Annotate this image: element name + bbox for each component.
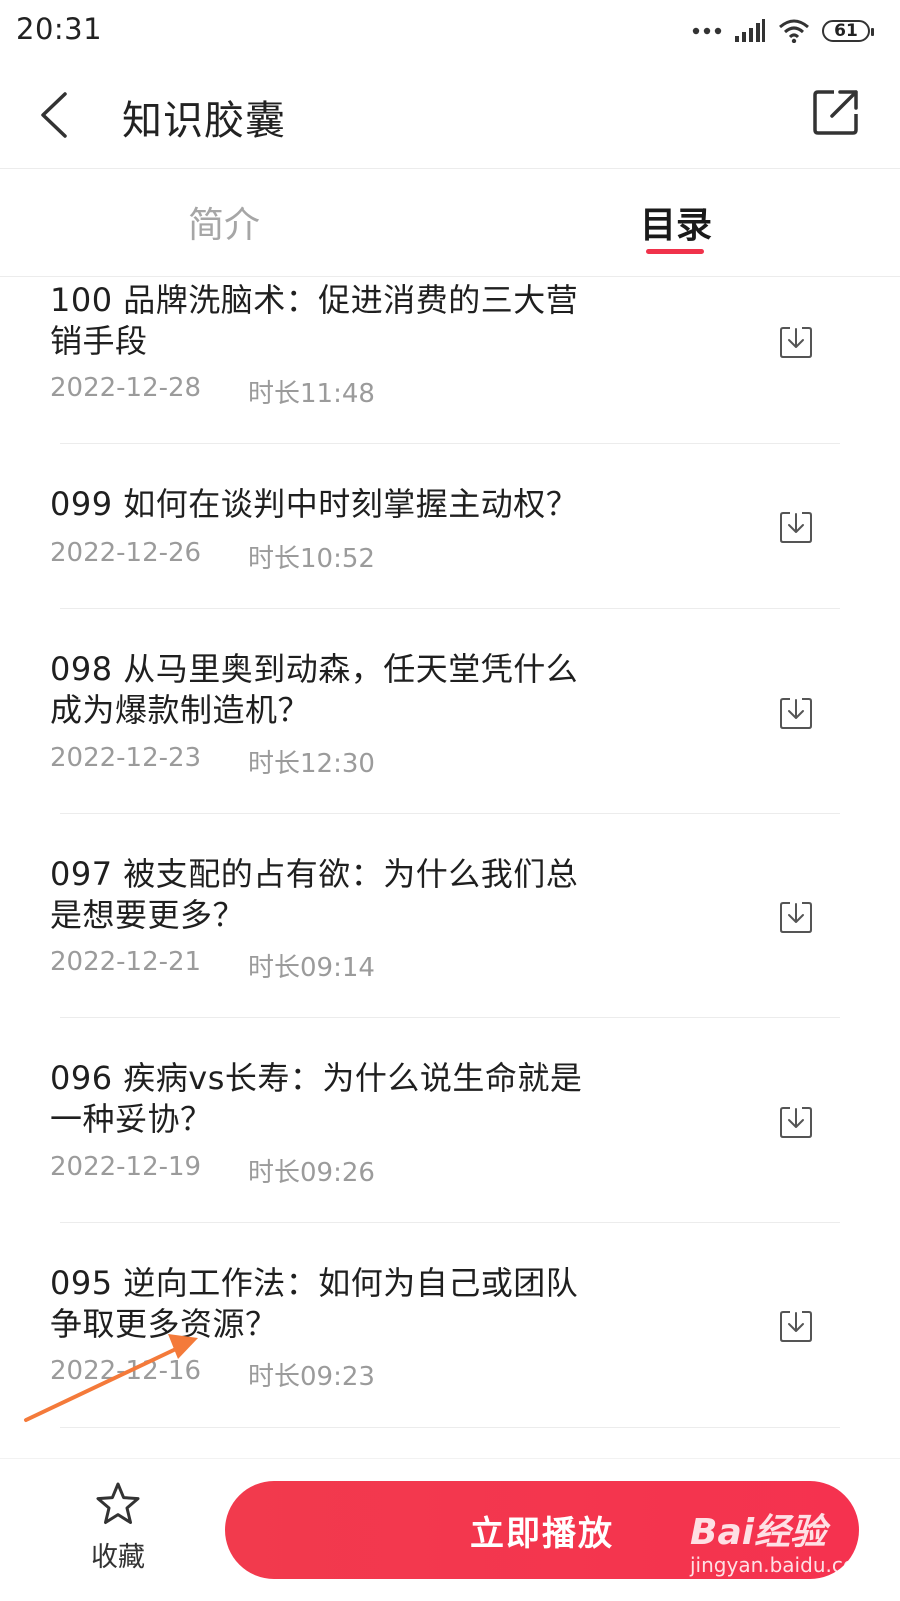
episode-duration: 时长10:52 bbox=[248, 544, 375, 574]
episode-title: 095 逆向工作法：如何为自己或团队争取更多资源？ bbox=[50, 1264, 579, 1343]
tab-bar: 简介 目录 bbox=[0, 168, 900, 277]
page-title: 知识胶囊 bbox=[122, 98, 286, 144]
list-item[interactable]: 097 被支配的占有欲：为什么我们总是想要更多？ 2022-12-21 时长09… bbox=[0, 814, 900, 1017]
episode-duration: 时长11:48 bbox=[248, 379, 375, 409]
tab-catalog[interactable]: 目录 bbox=[640, 196, 712, 248]
download-icon[interactable] bbox=[778, 1104, 814, 1140]
episode-title: 099 如何在谈判中时刻掌握主动权？ bbox=[50, 485, 579, 523]
signal-icon bbox=[735, 19, 765, 42]
active-tab-indicator bbox=[646, 249, 704, 254]
episode-meta: 2022-12-23 时长12:30 bbox=[50, 743, 375, 780]
episode-meta: 2022-12-21 时长09:14 bbox=[50, 947, 375, 984]
episode-meta: 2022-12-19 时长09:26 bbox=[50, 1152, 375, 1189]
download-icon[interactable] bbox=[778, 899, 814, 935]
more-dots-icon bbox=[692, 27, 722, 35]
play-now-label: 立即播放 bbox=[470, 1513, 614, 1554]
episode-meta: 2022-12-26 时长10:52 bbox=[50, 538, 375, 575]
episode-title: 096 疾病vs长寿：为什么说生命就是一种妥协？ bbox=[50, 1059, 583, 1138]
episode-title: 097 被支配的占有欲：为什么我们总是想要更多？ bbox=[50, 855, 579, 934]
share-button[interactable] bbox=[812, 88, 864, 140]
tab-intro[interactable]: 简介 bbox=[188, 196, 260, 248]
divider bbox=[60, 1427, 840, 1428]
episode-duration: 时长12:30 bbox=[248, 749, 375, 779]
favorite-label: 收藏 bbox=[91, 1542, 145, 1573]
episode-title: 100 品牌洗脑术：促进消费的三大营销手段 bbox=[50, 281, 579, 360]
episode-meta: 2022-12-16 时长09:23 bbox=[50, 1356, 375, 1393]
status-icons: 61 bbox=[692, 14, 874, 48]
list-item[interactable]: 098 从马里奥到动森，任天堂凭什么成为爆款制造机？ 2022-12-23 时长… bbox=[0, 609, 900, 813]
app-header: 知识胶囊 bbox=[0, 64, 900, 169]
episode-list[interactable]: 100 品牌洗脑术：促进消费的三大营销手段 2022-12-28 时长11:48… bbox=[0, 277, 900, 1457]
episode-date: 2022-12-28 bbox=[50, 373, 202, 403]
episode-date: 2022-12-19 bbox=[50, 1152, 202, 1182]
episode-date: 2022-12-21 bbox=[50, 947, 202, 977]
wifi-icon bbox=[779, 19, 809, 43]
download-icon[interactable] bbox=[778, 324, 814, 360]
chevron-left-icon bbox=[41, 92, 67, 138]
list-item[interactable]: 100 品牌洗脑术：促进消费的三大营销手段 2022-12-28 时长11:48 bbox=[0, 277, 900, 443]
back-button[interactable] bbox=[28, 84, 80, 146]
favorite-button[interactable]: 收藏 bbox=[82, 1481, 154, 1577]
list-item[interactable]: 096 疾病vs长寿：为什么说生命就是一种妥协？ 2022-12-19 时长09… bbox=[0, 1018, 900, 1222]
episode-title: 098 从马里奥到动森，任天堂凭什么成为爆款制造机？ bbox=[50, 650, 579, 729]
episode-duration: 时长09:26 bbox=[248, 1158, 375, 1188]
episode-date: 2022-12-26 bbox=[50, 538, 202, 568]
status-bar: 20:31 61 bbox=[0, 0, 900, 64]
episode-date: 2022-12-23 bbox=[50, 743, 202, 773]
download-icon[interactable] bbox=[778, 509, 814, 545]
download-icon[interactable] bbox=[778, 695, 814, 731]
battery-indicator: 61 bbox=[822, 20, 874, 42]
episode-duration: 时长09:14 bbox=[248, 953, 375, 983]
download-icon[interactable] bbox=[778, 1308, 814, 1344]
status-time: 20:31 bbox=[16, 12, 103, 46]
episode-duration: 时长09:23 bbox=[248, 1362, 375, 1392]
play-now-button[interactable]: 立即播放 bbox=[225, 1481, 859, 1579]
list-item[interactable]: 099 如何在谈判中时刻掌握主动权？ 2022-12-26 时长10:52 bbox=[0, 444, 900, 608]
star-icon bbox=[96, 1482, 140, 1524]
share-icon bbox=[813, 90, 858, 135]
episode-meta: 2022-12-28 时长11:48 bbox=[50, 373, 375, 410]
bottom-bar: 收藏 立即播放 bbox=[0, 1458, 900, 1601]
episode-date: 2022-12-16 bbox=[50, 1356, 202, 1386]
list-item[interactable]: 095 逆向工作法：如何为自己或团队争取更多资源？ 2022-12-16 时长0… bbox=[0, 1223, 900, 1427]
